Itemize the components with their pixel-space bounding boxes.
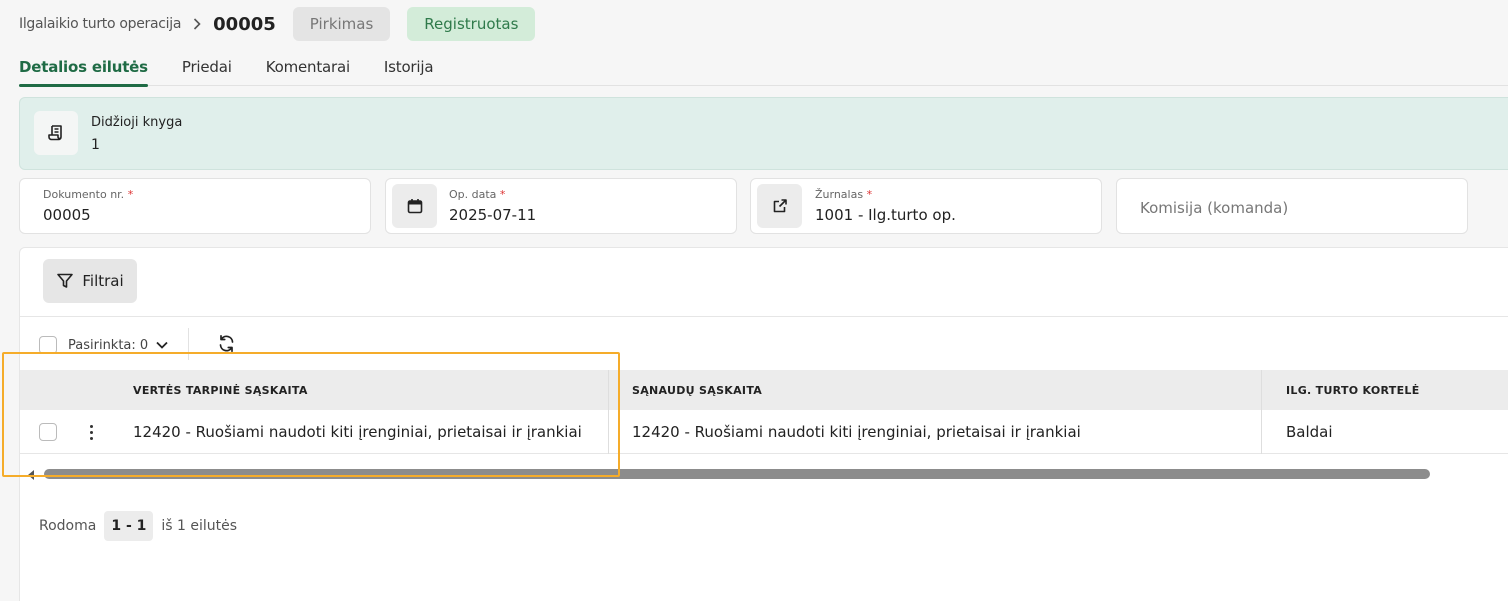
table-header: VERTĖS TARPINĖ SĄSKAITA SĄNAUDŲ SĄSKAITA… — [20, 370, 1508, 410]
ledger-value: 1 — [91, 137, 100, 153]
chevron-down-icon[interactable] — [156, 341, 168, 349]
journal-label: Žurnalas * — [815, 188, 873, 201]
pager-prefix: Rodoma — [39, 518, 97, 534]
document-number-label: Dokumento nr. * — [43, 188, 134, 201]
operation-date-value: 2025-07-11 — [449, 206, 537, 224]
tab-comments[interactable]: Komentarai — [266, 58, 350, 86]
row-actions-icon[interactable] — [86, 422, 96, 442]
scrollbar-thumb[interactable] — [44, 469, 1430, 479]
detail-lines-panel: Filtrai Pasirinkta: 0 VERTĖS TARPINĖ SĄS… — [19, 247, 1508, 601]
selection-control: Pasirinkta: 0 — [39, 334, 168, 356]
ledger-scroll-icon — [34, 111, 78, 155]
filter-icon — [56, 272, 74, 290]
type-badge: Pirkimas — [292, 7, 391, 41]
scroll-left-icon[interactable] — [28, 470, 34, 480]
toolbar-divider — [20, 316, 1508, 317]
cell-asset-card: Baldai — [1286, 423, 1333, 441]
horizontal-scrollbar[interactable] — [28, 468, 1438, 480]
column-header-asset-card[interactable]: ILG. TURTO KORTELĖ — [1286, 370, 1420, 410]
select-all-checkbox[interactable] — [39, 336, 57, 354]
row-checkbox[interactable] — [39, 423, 57, 441]
tab-history[interactable]: Istorija — [384, 58, 434, 86]
document-number-field[interactable]: Dokumento nr. * 00005 — [19, 178, 371, 234]
column-header-interim-account[interactable]: VERTĖS TARPINĖ SĄSKAITA — [133, 370, 308, 410]
pager-range: 1 - 1 — [104, 511, 154, 541]
filters-button[interactable]: Filtrai — [43, 259, 137, 303]
operation-date-label: Op. data * — [449, 188, 506, 201]
pager-suffix: iš 1 eilutės — [161, 518, 238, 534]
page-title: 00005 — [213, 13, 276, 35]
chevron-right-icon — [193, 18, 201, 30]
pagination-info: Rodoma 1 - 1 iš 1 eilutės — [39, 511, 237, 541]
status-badge: Registruotas — [407, 7, 536, 41]
tab-bar: Detalios eilutės Priedai Komentarai Isto… — [19, 58, 1508, 87]
commission-placeholder: Komisija (komanda) — [1140, 199, 1289, 217]
column-header-expense-account[interactable]: SĄNAUDŲ SĄSKAITA — [632, 370, 762, 410]
tab-attachments[interactable]: Priedai — [182, 58, 232, 86]
cell-interim-account: 12420 - Ruošiami naudoti kiti įrenginiai… — [133, 423, 582, 441]
selected-count-label: Pasirinkta: 0 — [68, 337, 149, 353]
column-divider[interactable] — [608, 370, 609, 454]
table-row[interactable]: 12420 - Ruošiami naudoti kiti įrenginiai… — [20, 410, 1508, 454]
general-ledger-banner: Didžioji knyga 1 — [19, 97, 1508, 170]
document-number-value: 00005 — [43, 206, 91, 224]
commission-field[interactable]: Komisija (komanda) — [1116, 178, 1468, 234]
tab-detail-lines[interactable]: Detalios eilutės — [19, 58, 148, 87]
cell-expense-account: 12420 - Ruošiami naudoti kiti įrenginiai… — [632, 423, 1081, 441]
operation-date-field[interactable]: Op. data * 2025-07-11 — [385, 178, 737, 234]
toolbar-separator — [188, 328, 189, 360]
breadcrumb-parent[interactable]: Ilgalaikio turto operacija — [19, 16, 181, 32]
external-link-icon[interactable] — [757, 184, 802, 228]
filters-button-label: Filtrai — [82, 272, 124, 290]
journal-field[interactable]: Žurnalas * 1001 - Ilg.turto op. — [750, 178, 1102, 234]
calendar-icon[interactable] — [392, 184, 437, 228]
column-divider[interactable] — [1261, 370, 1262, 454]
ledger-label: Didžioji knyga — [91, 115, 183, 130]
journal-value: 1001 - Ilg.turto op. — [815, 206, 956, 224]
page-header: Ilgalaikio turto operacija 00005 Pirkima… — [19, 7, 536, 41]
refresh-icon[interactable] — [217, 334, 236, 353]
